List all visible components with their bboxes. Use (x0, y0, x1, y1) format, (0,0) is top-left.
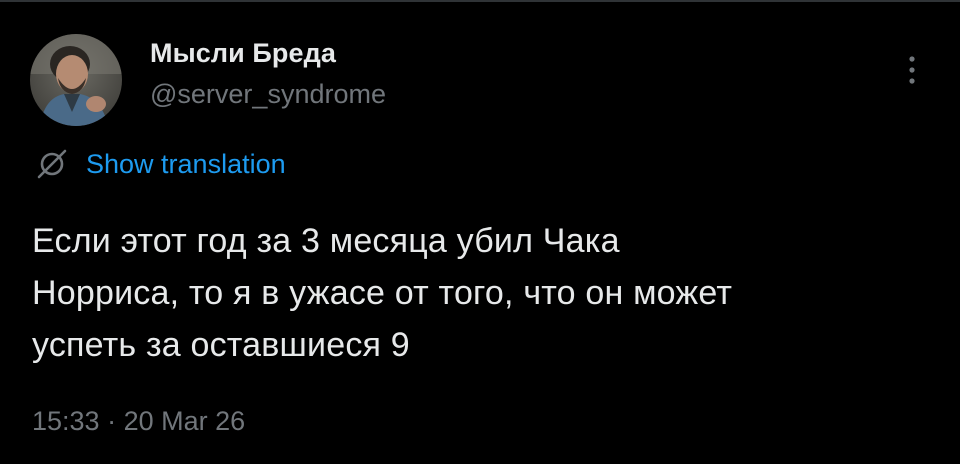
tweet-date[interactable]: 20 Mar 26 (124, 403, 246, 439)
user-info[interactable]: Мысли Бреда @server_syndrome (150, 36, 386, 111)
tweet-line: Если этот год за 3 месяца убил Чака (32, 222, 620, 260)
more-options-button[interactable] (898, 50, 926, 90)
display-name[interactable]: Мысли Бреда (150, 36, 386, 70)
more-vertical-icon (909, 56, 915, 84)
tweet-time[interactable]: 15:33 (32, 403, 100, 439)
tweet-line: успеть за оставшиеся 9 (32, 326, 410, 364)
timestamp-separator: · (99, 406, 124, 436)
tweet-line: Норриса, то я в ужасе от того, что он мо… (32, 274, 733, 312)
translate-icon (34, 146, 74, 182)
avatar-photo-icon (30, 34, 122, 126)
show-translation-button[interactable]: Show translation (34, 146, 286, 182)
show-translation-label[interactable]: Show translation (86, 146, 286, 182)
tweet-timestamp[interactable]: 15:33 · 20 Mar 26 (32, 403, 245, 439)
top-divider (0, 0, 960, 2)
user-handle[interactable]: @server_syndrome (150, 77, 386, 111)
avatar[interactable] (30, 34, 122, 126)
tweet-text: Если этот год за 3 месяца убил Чака Норр… (32, 215, 942, 371)
